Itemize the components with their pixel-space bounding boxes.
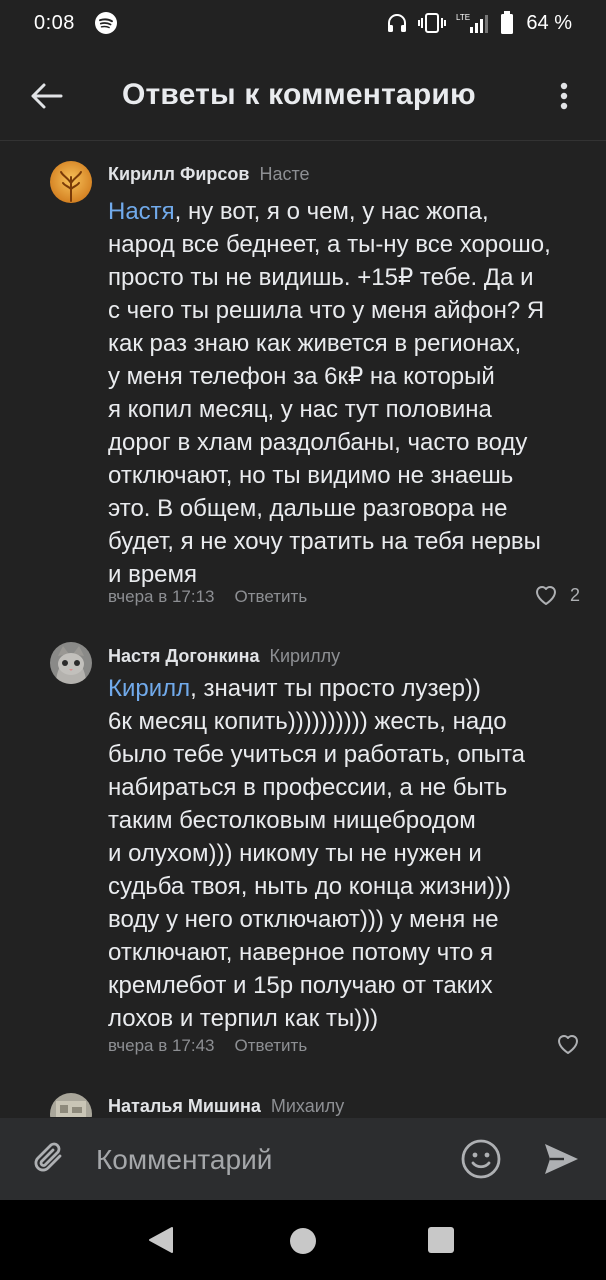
- like-button[interactable]: [556, 1033, 580, 1055]
- send-icon: [545, 1144, 578, 1174]
- paperclip-icon: [34, 1142, 62, 1172]
- avatar[interactable]: [50, 161, 92, 203]
- smiley-icon: [461, 1139, 501, 1179]
- comment-meta: вчера в 17:13 Ответить: [108, 587, 307, 607]
- vibrate-icon: [418, 12, 447, 34]
- comment-time: вчера в 17:13: [108, 587, 215, 606]
- reply-button[interactable]: Ответить: [235, 587, 308, 606]
- avatar[interactable]: [50, 1093, 92, 1117]
- comment-header: Наталья Мишина Михаилу: [108, 1096, 344, 1117]
- back-button[interactable]: [22, 72, 70, 120]
- page-title: Ответы к комментарию: [122, 78, 476, 111]
- avatar-image: [50, 1093, 92, 1117]
- spotify-icon: [94, 11, 118, 35]
- like-button[interactable]: 2: [534, 584, 580, 606]
- comment-author[interactable]: Наталья Мишина: [108, 1096, 261, 1116]
- comment-author[interactable]: Настя Догонкина: [108, 646, 259, 666]
- signal-icon: LTE: [456, 12, 490, 34]
- comment-body: , значит ты просто лузер)) 6к месяц копи…: [108, 675, 526, 1032]
- reply-to[interactable]: Михаилу: [271, 1096, 344, 1116]
- avatar-image: [50, 642, 92, 684]
- heart-icon: [558, 1035, 578, 1054]
- app-header: Ответы к комментарию: [0, 48, 606, 141]
- comment-meta: вчера в 17:43 Ответить: [108, 1036, 307, 1056]
- comment-text: Настя, ну вот, я о чем, у нас жопа, наро…: [108, 195, 578, 591]
- comment-author[interactable]: Кирилл Фирсов: [108, 164, 249, 184]
- mention-link[interactable]: Кирилл: [108, 675, 190, 702]
- avatar[interactable]: [50, 642, 92, 684]
- reply-to[interactable]: Кириллу: [269, 646, 340, 666]
- status-bar: 0:08 LTE 64 %: [0, 0, 606, 48]
- status-time: 0:08: [34, 12, 75, 34]
- headphones-icon: [386, 12, 408, 34]
- comment-input[interactable]: [96, 1142, 436, 1178]
- nav-recents-button[interactable]: [428, 1227, 454, 1253]
- attach-button[interactable]: [28, 1136, 72, 1180]
- nav-home-button[interactable]: [290, 1228, 316, 1254]
- network-type: LTE: [456, 13, 470, 22]
- comment-header: Настя Догонкина Кириллу: [108, 646, 340, 667]
- battery-level: 64 %: [526, 11, 572, 34]
- comment-text: Кирилл, значит ты просто лузер)) 6к меся…: [108, 672, 578, 1035]
- battery-icon: [500, 11, 514, 35]
- comment-thread[interactable]: Кирилл Фирсов Насте Настя, ну вот, я о че…: [0, 141, 606, 1117]
- comment-time: вчера в 17:43: [108, 1036, 215, 1055]
- more-vertical-icon: [560, 82, 568, 110]
- mention-link[interactable]: Настя: [108, 198, 175, 225]
- comment-composer: [0, 1118, 606, 1200]
- comment-header: Кирилл Фирсов Насте: [108, 164, 310, 185]
- like-count: 2: [569, 584, 580, 605]
- heart-icon: [535, 586, 556, 605]
- comment-body: , ну вот, я о чем, у нас жопа, народ все…: [108, 198, 551, 588]
- emoji-button[interactable]: [458, 1136, 504, 1182]
- system-nav-bar: [0, 1200, 606, 1280]
- send-button[interactable]: [538, 1136, 584, 1182]
- triangle-back-icon: [149, 1227, 173, 1253]
- avatar-image: [50, 161, 92, 203]
- reply-button[interactable]: Ответить: [235, 1036, 308, 1055]
- nav-back-button[interactable]: [148, 1226, 174, 1259]
- reply-to[interactable]: Насте: [259, 164, 309, 184]
- arrow-left-icon: [31, 83, 63, 109]
- more-options-button[interactable]: [544, 76, 584, 116]
